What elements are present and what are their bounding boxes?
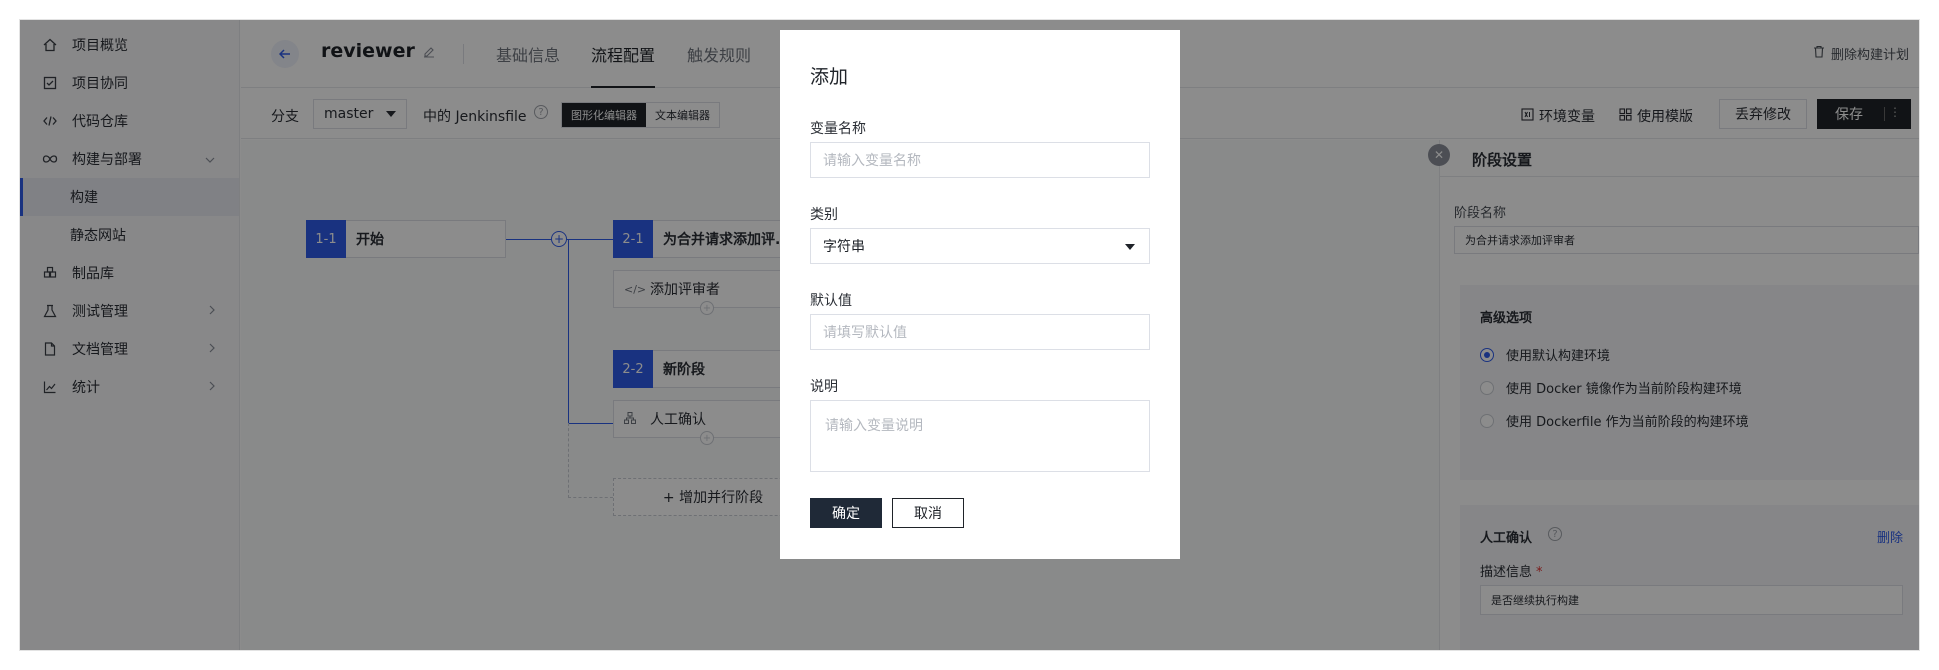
description-textarea[interactable]: 请输入变量说明 bbox=[810, 400, 1150, 472]
default-value-input[interactable]: 请填写默认值 bbox=[810, 314, 1150, 350]
type-select[interactable]: 字符串 bbox=[810, 228, 1150, 264]
cancel-button[interactable]: 取消 bbox=[892, 498, 964, 528]
caret-down-icon bbox=[1125, 244, 1135, 250]
default-value-label: 默认值 bbox=[810, 293, 852, 309]
variable-name-input[interactable]: 请输入变量名称 bbox=[810, 142, 1150, 178]
type-label: 类别 bbox=[810, 207, 838, 223]
variable-name-label: 变量名称 bbox=[810, 121, 866, 137]
dialog-title: 添加 bbox=[810, 66, 849, 88]
add-variable-dialog: 添加 变量名称 请输入变量名称 类别 字符串 默认值 请填写默认值 说明 请输入… bbox=[780, 30, 1180, 559]
confirm-button[interactable]: 确定 bbox=[810, 498, 882, 528]
type-value: 字符串 bbox=[823, 239, 865, 255]
description-label: 说明 bbox=[810, 379, 838, 395]
